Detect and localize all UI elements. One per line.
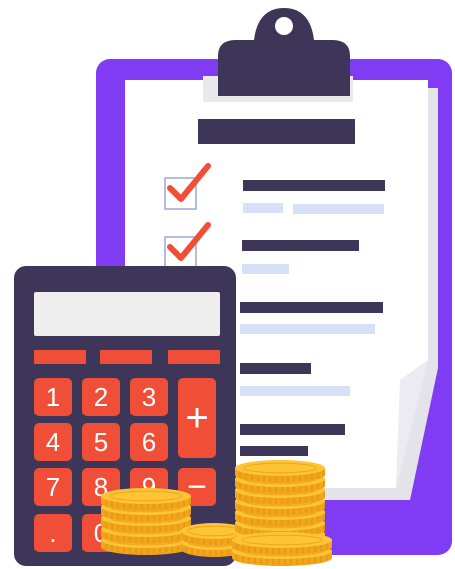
coin-stack (232, 532, 332, 566)
coin (235, 460, 325, 483)
coin (101, 488, 191, 511)
coin-stack (101, 488, 191, 555)
illustration: 1 2 3 4 5 6 7 8 9 . 0 = + − (0, 0, 455, 569)
coin-stacks (101, 460, 332, 566)
coin (232, 532, 332, 555)
